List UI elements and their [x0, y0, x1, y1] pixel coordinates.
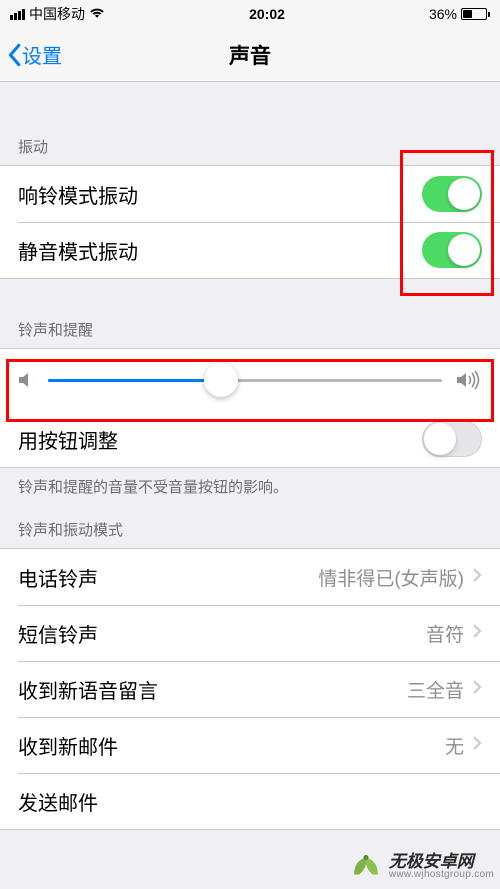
volume-slider[interactable] — [48, 364, 442, 396]
chevron-left-icon — [6, 43, 22, 67]
row-button-adjust: 用按钮调整 — [0, 411, 500, 467]
chevron-right-icon — [472, 679, 482, 700]
row-new-mail[interactable]: 收到新邮件 无 — [0, 717, 500, 773]
section-header-vibration: 振动 — [0, 114, 500, 165]
section-header-patterns: 铃声和振动模式 — [0, 501, 500, 548]
chevron-right-icon — [472, 735, 482, 756]
section-header-ringer: 铃声和提醒 — [0, 279, 500, 348]
row-sent-mail[interactable]: 发送邮件 — [0, 773, 500, 829]
battery-icon — [461, 8, 490, 20]
page-title: 声音 — [0, 40, 500, 70]
carrier-label: 中国移动 — [29, 4, 85, 24]
status-left: 中国移动 — [10, 4, 105, 24]
group-patterns: 电话铃声 情非得已(女声版) 短信铃声 音符 收到新语音留言 三全音 收到新邮件… — [0, 548, 500, 830]
row-ringtone[interactable]: 电话铃声 情非得已(女声版) — [0, 549, 500, 605]
row-label: 短信铃声 — [18, 619, 426, 648]
row-vibrate-on-silent: 静音模式振动 — [0, 222, 500, 278]
watermark: 无极安卓网 www.wjhostgroup.com — [349, 849, 494, 883]
slider-thumb[interactable] — [204, 363, 238, 397]
row-label: 发送邮件 — [18, 787, 474, 816]
row-label: 电话铃声 — [18, 563, 318, 592]
row-label: 响铃模式振动 — [18, 180, 422, 209]
nav-bar: 设置 声音 — [0, 28, 500, 82]
row-value: 无 — [445, 732, 464, 759]
row-value: 音符 — [426, 620, 464, 647]
status-time: 20:02 — [249, 6, 285, 22]
signal-icon — [10, 9, 25, 20]
watermark-logo-icon — [349, 849, 383, 883]
row-text-tone[interactable]: 短信铃声 音符 — [0, 605, 500, 661]
volume-high-icon — [456, 370, 482, 390]
row-vibrate-on-ring: 响铃模式振动 — [0, 166, 500, 222]
row-label: 用按钮调整 — [18, 425, 422, 454]
back-button[interactable]: 设置 — [0, 40, 62, 69]
wifi-icon — [89, 6, 105, 22]
volume-low-icon — [18, 371, 34, 389]
toggle-vibrate-on-silent[interactable] — [422, 232, 482, 268]
watermark-cn: 无极安卓网 — [389, 853, 494, 870]
group-ringer: 用按钮调整 — [0, 348, 500, 468]
watermark-en: www.wjhostgroup.com — [389, 870, 494, 880]
row-value: 三全音 — [407, 676, 464, 703]
chevron-right-icon — [472, 623, 482, 644]
section-footer-ringer: 铃声和提醒的音量不受音量按钮的影响。 — [0, 468, 500, 501]
toggle-button-adjust[interactable] — [422, 421, 482, 457]
group-vibration: 响铃模式振动 静音模式振动 — [0, 165, 500, 279]
row-label: 收到新语音留言 — [18, 675, 407, 704]
row-value: 情非得已(女声版) — [318, 564, 464, 591]
row-volume-slider — [0, 349, 500, 411]
row-voicemail[interactable]: 收到新语音留言 三全音 — [0, 661, 500, 717]
status-right: 36% — [429, 6, 490, 22]
battery-pct: 36% — [429, 6, 457, 22]
toggle-vibrate-on-ring[interactable] — [422, 176, 482, 212]
row-label: 收到新邮件 — [18, 731, 445, 760]
back-label: 设置 — [22, 40, 62, 69]
row-label: 静音模式振动 — [18, 236, 422, 265]
chevron-right-icon — [472, 567, 482, 588]
status-bar: 中国移动 20:02 36% — [0, 0, 500, 28]
